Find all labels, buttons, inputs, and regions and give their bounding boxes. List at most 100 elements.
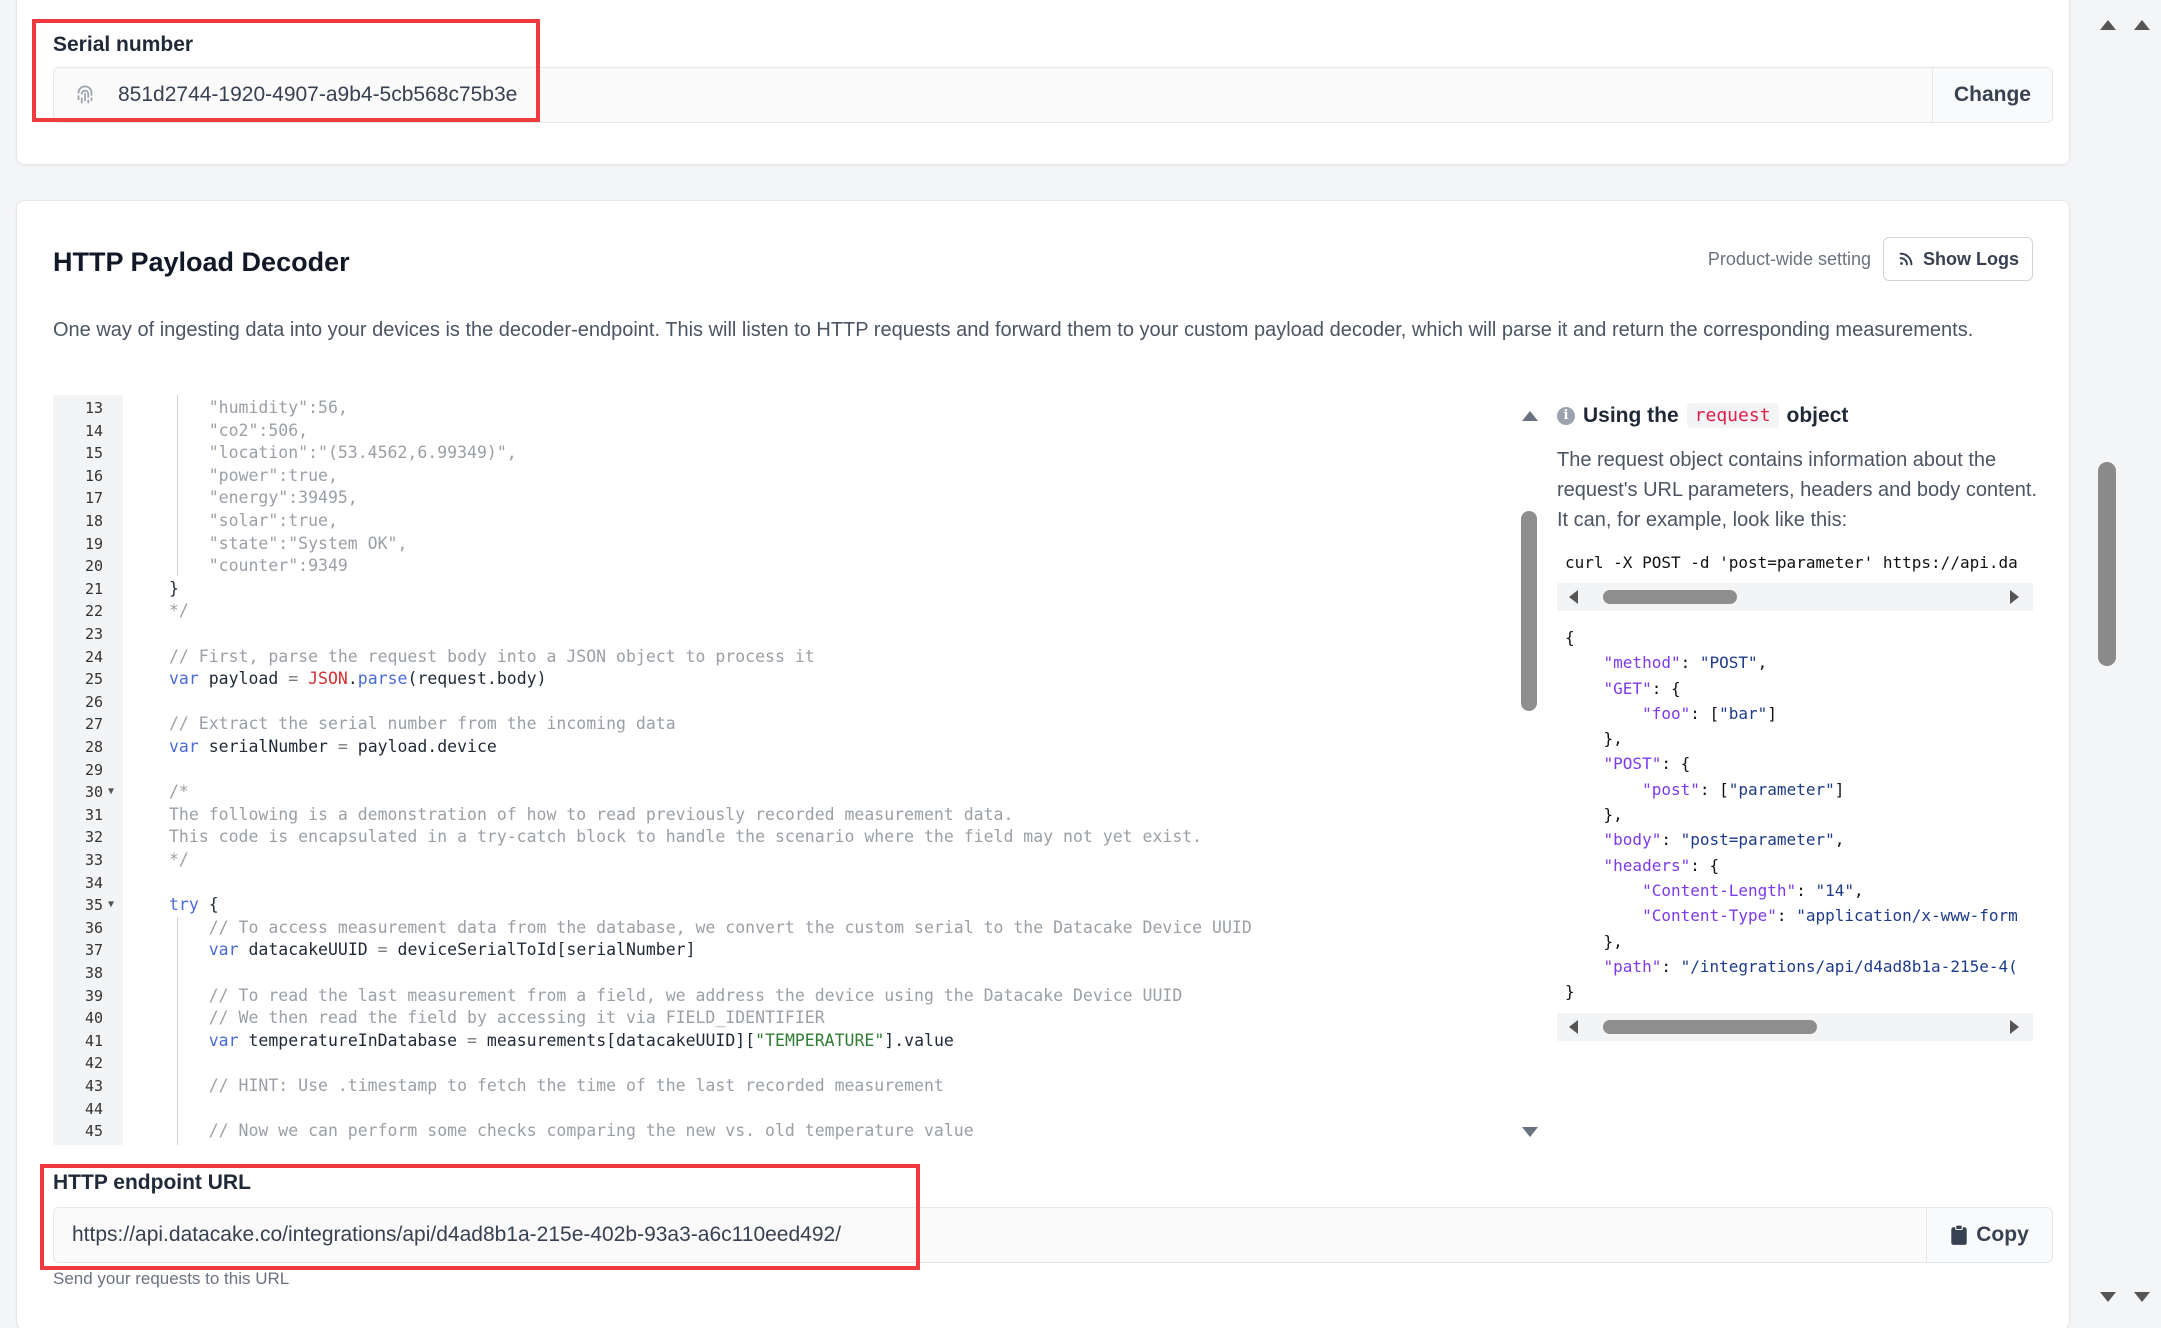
code-text: "humidity":56, bbox=[169, 398, 348, 417]
show-logs-button[interactable]: Show Logs bbox=[1883, 237, 2033, 281]
rss-icon bbox=[1897, 250, 1915, 268]
code-line: 31 The following is a demonstration of ho… bbox=[53, 804, 1533, 827]
code-text: The following is a demonstration of how … bbox=[169, 804, 1014, 824]
json-scroll-thumb[interactable] bbox=[1603, 1020, 1817, 1034]
code-text: var datacakeUUID = deviceSerialToId[seri… bbox=[208, 940, 696, 960]
copy-button[interactable]: Copy bbox=[1926, 1208, 2052, 1262]
indent-guide bbox=[177, 916, 178, 1145]
line-number: 35 bbox=[84, 896, 103, 915]
code-line: 27 // Extract the serial number from the … bbox=[53, 713, 1533, 736]
curl-scroll-thumb[interactable] bbox=[1603, 590, 1737, 604]
code-line: 45 // Now we can perform some checks com… bbox=[53, 1120, 1533, 1143]
serial-number-field: 851d2744-1920-4907-a9b4-5cb568c75b3e Cha… bbox=[53, 67, 2053, 123]
code-line: 42 bbox=[53, 1052, 1533, 1075]
code-line: 44 bbox=[53, 1098, 1533, 1121]
line-number: 40 bbox=[84, 1009, 103, 1028]
line-number: 37 bbox=[84, 941, 103, 960]
scroll-right-icon[interactable] bbox=[2010, 1020, 2019, 1034]
scroll-up-icon[interactable] bbox=[1522, 411, 1538, 421]
line-number: 31 bbox=[84, 805, 103, 824]
line-number: 22 bbox=[84, 602, 103, 621]
code-line: 43 // HINT: Use .timestamp to fetch the … bbox=[53, 1075, 1533, 1098]
editor-scroll-thumb[interactable] bbox=[1521, 511, 1537, 711]
decoder-title: HTTP Payload Decoder bbox=[53, 247, 350, 277]
line-number: 25 bbox=[84, 670, 103, 689]
code-line: 19 "state":"System OK", bbox=[53, 533, 1533, 556]
line-number: 41 bbox=[84, 1031, 103, 1050]
page-scroll-thumb[interactable] bbox=[2098, 462, 2116, 666]
code-line: 21} bbox=[53, 578, 1533, 601]
help-text: The request object contains information … bbox=[1557, 449, 2038, 531]
code-line: 36 // To access measurement data from th… bbox=[53, 917, 1533, 940]
line-number: 15 bbox=[84, 444, 103, 463]
editor-scrollbar[interactable] bbox=[1521, 411, 1538, 1151]
line-number: 17 bbox=[84, 489, 103, 508]
json-scrollbar[interactable] bbox=[1557, 1013, 2033, 1041]
code-line: 33 */ bbox=[53, 849, 1533, 872]
code-text: // We then read the field by accessing i… bbox=[169, 1008, 825, 1028]
code-line: 29 bbox=[53, 759, 1533, 782]
code-line: 14 "co2":506, bbox=[53, 420, 1533, 443]
serial-number-value[interactable]: 851d2744-1920-4907-a9b4-5cb568c75b3e bbox=[118, 83, 517, 107]
scroll-down-icon[interactable] bbox=[1522, 1127, 1538, 1137]
code-text: This code is encapsulated in a try-catch… bbox=[169, 827, 1203, 847]
page-scroll-down-icon[interactable] bbox=[2100, 1292, 2116, 1302]
product-wide-note: Product-wide setting bbox=[1707, 249, 1871, 269]
line-number: 38 bbox=[84, 964, 103, 982]
code-line: 38 bbox=[53, 962, 1533, 985]
scroll-left-icon[interactable] bbox=[1569, 590, 1578, 604]
code-text: var serialNumber = payload.device bbox=[169, 737, 497, 756]
code-line: 16 "power":true, bbox=[53, 465, 1533, 488]
code-line: 15 "location":"(53.4562,6.99349)", bbox=[53, 442, 1533, 465]
curl-scrollbar[interactable] bbox=[1557, 583, 2033, 611]
code-editor[interactable]: 13 "humidity":56, 14 "co2":506, 15 "locati… bbox=[53, 395, 1533, 1145]
help-heading-code: request bbox=[1686, 403, 1779, 428]
endpoint-field: https://api.datacake.co/integrations/api… bbox=[53, 1207, 2053, 1263]
code-text: var payload = JSON.parse(request.body) bbox=[169, 669, 547, 689]
endpoint-label: HTTP endpoint URL bbox=[53, 1171, 251, 1194]
page-scroll-down-icon-2[interactable] bbox=[2134, 1292, 2150, 1302]
line-number: 19 bbox=[84, 534, 103, 553]
code-line: 35 ▼ try { bbox=[53, 894, 1533, 917]
fingerprint-icon bbox=[72, 82, 98, 108]
line-number: 29 bbox=[84, 760, 103, 779]
code-text: // First, parse the request body into a … bbox=[169, 646, 815, 666]
line-number: 32 bbox=[84, 828, 103, 847]
scroll-left-icon[interactable] bbox=[1569, 1020, 1578, 1034]
line-number: 18 bbox=[84, 512, 103, 530]
line-number: 34 bbox=[84, 873, 103, 892]
code-line: 17 "energy":39495, bbox=[53, 487, 1533, 510]
page-scroll-up-icon[interactable] bbox=[2100, 20, 2116, 30]
code-text: "counter":9349 bbox=[169, 556, 348, 576]
line-number: 42 bbox=[84, 1054, 103, 1073]
code-line: 37 var datacakeUUID = deviceSerialToId[s… bbox=[53, 939, 1533, 962]
code-text: "energy":39495, bbox=[169, 488, 358, 508]
code-line: 40 // We then read the field by accessin… bbox=[53, 1007, 1533, 1030]
code-text: */ bbox=[169, 850, 189, 869]
line-number: 28 bbox=[84, 738, 103, 756]
show-logs-label: Show Logs bbox=[1923, 248, 2019, 269]
fold-toggle-icon[interactable]: ▼ bbox=[108, 894, 114, 917]
code-line: 41 var temperatureInDatabase = measureme… bbox=[53, 1030, 1533, 1053]
payload-decoder-card: HTTP Payload Decoder Product-wide settin… bbox=[16, 200, 2070, 1328]
code-text: try { bbox=[169, 895, 219, 915]
endpoint-url[interactable]: https://api.datacake.co/integrations/api… bbox=[54, 1208, 1926, 1262]
code-text: } bbox=[169, 578, 179, 598]
line-number: 24 bbox=[84, 647, 103, 666]
scroll-right-icon[interactable] bbox=[2010, 590, 2019, 604]
fold-toggle-icon[interactable]: ▼ bbox=[108, 781, 114, 804]
code-text: */ bbox=[169, 601, 189, 621]
line-number: 43 bbox=[84, 1077, 103, 1095]
code-line: 24 // First, parse the request body into … bbox=[53, 646, 1533, 669]
page-scroll-up-icon-2[interactable] bbox=[2134, 20, 2150, 30]
line-number: 16 bbox=[84, 466, 103, 485]
clipboard-icon bbox=[1950, 1224, 1968, 1246]
indent-guide bbox=[177, 395, 178, 576]
code-text: // To read the last measurement from a f… bbox=[169, 985, 1183, 1005]
change-serial-button[interactable]: Change bbox=[1932, 68, 2052, 122]
code-text: /* bbox=[169, 782, 189, 802]
line-number: 30 bbox=[84, 783, 103, 802]
code-line: 34 bbox=[53, 872, 1533, 895]
code-line: 30 ▼ /* bbox=[53, 781, 1533, 804]
code-line: 18 "solar":true, bbox=[53, 510, 1533, 533]
